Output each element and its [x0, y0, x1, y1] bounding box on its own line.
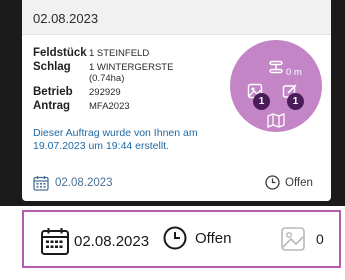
field-label: Betrieb	[33, 86, 73, 98]
route-icon[interactable]	[268, 60, 284, 74]
selected-order-bar[interactable]: 02.08.2023 Offen 0	[22, 210, 341, 268]
clock-icon	[265, 175, 280, 190]
bar-date: 02.08.2023	[40, 226, 149, 256]
action-circle[interactable]: 0 m 1 1	[230, 40, 322, 132]
card-date-header: 02.08.2023	[22, 0, 331, 35]
card-header-date: 02.08.2023	[33, 11, 99, 26]
field-label: Antrag	[33, 100, 71, 112]
map-icon[interactable]	[267, 113, 285, 128]
field-value: 292929	[89, 87, 121, 98]
field-row-feldstueck: Feldstück 1 STEINFELD	[33, 47, 173, 59]
creation-note: Dieser Auftrag wurde von Ihnen am 19.07.…	[33, 127, 198, 152]
field-label: Schlag	[33, 61, 71, 73]
calendar-icon	[33, 176, 49, 191]
distance-text: 0 m	[286, 67, 302, 78]
footer-status-text: Offen	[285, 176, 313, 189]
photo-count-badge: 1	[253, 93, 270, 110]
card-footer-date: 02.08.2023	[33, 175, 113, 191]
field-value: 1 STEINFELD	[89, 48, 150, 59]
edit-count-badge: 1	[287, 93, 304, 110]
card-fields: Feldstück 1 STEINFELD Schlag 1 WINTERGER…	[33, 47, 173, 114]
footer-date-text: 02.08.2023	[55, 177, 113, 189]
bar-status-text: Offen	[195, 229, 232, 247]
field-value-block: 1 WINTERGERSTE (0.74ha)	[89, 61, 173, 84]
field-row-schlag: Schlag 1 WINTERGERSTE (0.74ha)	[33, 61, 173, 84]
photo-count: 0	[316, 231, 324, 247]
field-value: MFA2023	[89, 101, 130, 112]
bar-photos[interactable]: 0	[280, 226, 324, 252]
field-row-betrieb: Betrieb 292929	[33, 86, 173, 98]
order-card[interactable]: 02.08.2023 Feldstück 1 STEINFELD Schlag …	[22, 0, 331, 201]
image-icon[interactable]	[280, 226, 306, 252]
bar-date-text: 02.08.2023	[74, 232, 150, 250]
field-label: Feldstück	[33, 47, 87, 59]
clock-icon	[163, 226, 187, 250]
card-footer-status: Offen	[265, 175, 313, 190]
field-value: 1 WINTERGERSTE	[89, 62, 174, 73]
calendar-icon	[41, 228, 69, 255]
field-row-antrag: Antrag MFA2023	[33, 100, 173, 112]
field-value-extra: (0.74ha)	[89, 73, 125, 84]
bar-status: Offen	[163, 226, 231, 250]
